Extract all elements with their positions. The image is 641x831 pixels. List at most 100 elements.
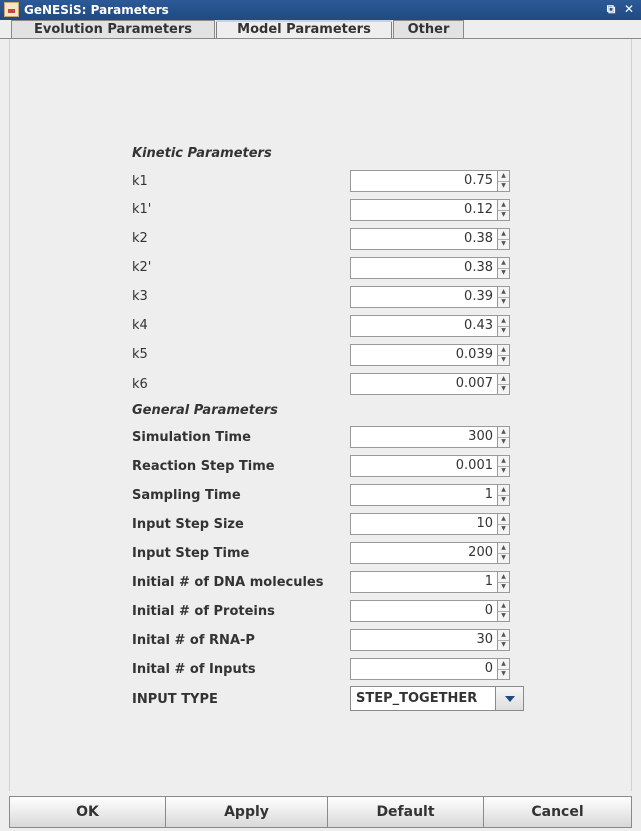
k1-prime-spinner[interactable]: 0.12 ▲ ▼	[350, 199, 522, 221]
spinner-down-icon[interactable]: ▼	[498, 181, 509, 191]
spinner-down-icon[interactable]: ▼	[498, 268, 509, 278]
spinner-arrows[interactable]: ▲ ▼	[498, 600, 510, 622]
param-label: k5	[132, 347, 148, 362]
spinner-arrows[interactable]: ▲ ▼	[498, 455, 510, 477]
close-icon[interactable]: ✕	[622, 2, 636, 17]
value-field[interactable]: 0.38	[350, 228, 498, 250]
param-label: Inital # of RNA-P	[132, 633, 255, 648]
spinner-down-icon[interactable]: ▼	[498, 611, 509, 621]
java-cup-icon	[4, 2, 19, 17]
input-type-select[interactable]: STEP_TOGETHER	[350, 686, 524, 711]
spinner-down-icon[interactable]: ▼	[498, 582, 509, 592]
spinner-down-icon[interactable]: ▼	[498, 326, 509, 336]
tab-other[interactable]: Other	[393, 20, 464, 39]
param-label: Inital # of Inputs	[132, 662, 256, 677]
param-label: Sampling Time	[132, 488, 241, 503]
spinner-arrows[interactable]: ▲ ▼	[498, 426, 510, 448]
spinner-arrows[interactable]: ▲ ▼	[498, 170, 510, 192]
spinner-arrows[interactable]: ▲ ▼	[498, 199, 510, 221]
param-label: Input Step Size	[132, 517, 244, 532]
chevron-down-icon[interactable]	[495, 687, 523, 710]
k2-spinner[interactable]: 0.38 ▲ ▼	[350, 228, 522, 250]
value-field[interactable]: 1	[350, 571, 498, 593]
spinner-arrows[interactable]: ▲ ▼	[498, 513, 510, 535]
param-label: k1'	[132, 202, 152, 217]
param-label: k2'	[132, 260, 152, 275]
input-type-value: STEP_TOGETHER	[356, 691, 478, 706]
initial-inputs-spinner[interactable]: 0 ▲ ▼	[350, 658, 522, 680]
simulation-time-spinner[interactable]: 300 ▲ ▼	[350, 426, 522, 448]
value-field[interactable]: 0.007	[350, 373, 498, 395]
spinner-down-icon[interactable]: ▼	[498, 239, 509, 249]
value-field[interactable]: 10	[350, 513, 498, 535]
value-field[interactable]: 200	[350, 542, 498, 564]
k2-prime-spinner[interactable]: 0.38 ▲ ▼	[350, 257, 522, 279]
spinner-arrows[interactable]: ▲ ▼	[498, 571, 510, 593]
value-field[interactable]: 0	[350, 658, 498, 680]
spinner-arrows[interactable]: ▲ ▼	[498, 228, 510, 250]
spinner-down-icon[interactable]: ▼	[498, 437, 509, 447]
k1-spinner[interactable]: 0.75 ▲ ▼	[350, 170, 522, 192]
spinner-down-icon[interactable]: ▼	[498, 297, 509, 307]
spinner-arrows[interactable]: ▲ ▼	[498, 629, 510, 651]
spinner-arrows[interactable]: ▲ ▼	[498, 257, 510, 279]
apply-button[interactable]: Apply	[165, 796, 328, 828]
value-field[interactable]: 30	[350, 629, 498, 651]
spinner-down-icon[interactable]: ▼	[498, 384, 509, 394]
default-button[interactable]: Default	[327, 796, 484, 828]
value-field[interactable]: 1	[350, 484, 498, 506]
input-step-size-spinner[interactable]: 10 ▲ ▼	[350, 513, 522, 535]
input-step-time-spinner[interactable]: 200 ▲ ▼	[350, 542, 522, 564]
spinner-arrows[interactable]: ▲ ▼	[498, 542, 510, 564]
k5-spinner[interactable]: 0.039 ▲ ▼	[350, 344, 522, 366]
initial-rna-p-spinner[interactable]: 30 ▲ ▼	[350, 629, 522, 651]
value-field[interactable]: 0.38	[350, 257, 498, 279]
sampling-time-spinner[interactable]: 1 ▲ ▼	[350, 484, 522, 506]
initial-dna-molecules-spinner[interactable]: 1 ▲ ▼	[350, 571, 522, 593]
k3-spinner[interactable]: 0.39 ▲ ▼	[350, 286, 522, 308]
param-label: Initial # of Proteins	[132, 604, 275, 619]
general-parameters-heading: General Parameters	[132, 403, 278, 418]
spinner-arrows[interactable]: ▲ ▼	[498, 344, 510, 366]
spinner-arrows[interactable]: ▲ ▼	[498, 315, 510, 337]
value-field[interactable]: 0.001	[350, 455, 498, 477]
tab-model-parameters[interactable]: Model Parameters	[216, 20, 392, 40]
spinner-down-icon[interactable]: ▼	[498, 355, 509, 365]
input-type-label: INPUT TYPE	[132, 692, 218, 707]
spinner-down-icon[interactable]: ▼	[498, 466, 509, 476]
value-field[interactable]: 0	[350, 600, 498, 622]
ok-button[interactable]: OK	[9, 796, 166, 828]
window-titlebar: GeNESiS: Parameters ⧉ ✕	[0, 0, 641, 20]
param-label: k2	[132, 231, 148, 246]
spinner-down-icon[interactable]: ▼	[498, 524, 509, 534]
dialog-button-bar: OK Apply Default Cancel	[9, 796, 632, 828]
spinner-down-icon[interactable]: ▼	[498, 669, 509, 679]
spinner-arrows[interactable]: ▲ ▼	[498, 373, 510, 395]
param-label: k4	[132, 318, 148, 333]
param-label: Reaction Step Time	[132, 459, 275, 474]
spinner-arrows[interactable]: ▲ ▼	[498, 286, 510, 308]
tab-evolution-parameters[interactable]: Evolution Parameters	[11, 20, 215, 39]
k4-spinner[interactable]: 0.43 ▲ ▼	[350, 315, 522, 337]
cancel-button[interactable]: Cancel	[483, 796, 632, 828]
restore-icon[interactable]: ⧉	[604, 2, 618, 17]
k6-spinner[interactable]: 0.007 ▲ ▼	[350, 373, 522, 395]
value-field[interactable]: 0.039	[350, 344, 498, 366]
spinner-down-icon[interactable]: ▼	[498, 640, 509, 650]
spinner-down-icon[interactable]: ▼	[498, 210, 509, 220]
initial-proteins-spinner[interactable]: 0 ▲ ▼	[350, 600, 522, 622]
spinner-down-icon[interactable]: ▼	[498, 495, 509, 505]
param-label: k3	[132, 289, 148, 304]
value-field[interactable]: 0.43	[350, 315, 498, 337]
spinner-arrows[interactable]: ▲ ▼	[498, 484, 510, 506]
value-field[interactable]: 0.12	[350, 199, 498, 221]
value-field[interactable]: 300	[350, 426, 498, 448]
spinner-down-icon[interactable]: ▼	[498, 553, 509, 563]
param-label: k6	[132, 377, 148, 392]
value-field[interactable]: 0.39	[350, 286, 498, 308]
value-field[interactable]: 0.75	[350, 170, 498, 192]
reaction-step-time-spinner[interactable]: 0.001 ▲ ▼	[350, 455, 522, 477]
window-title: GeNESiS: Parameters	[24, 3, 169, 17]
param-label: k1	[132, 174, 148, 189]
spinner-arrows[interactable]: ▲ ▼	[498, 658, 510, 680]
